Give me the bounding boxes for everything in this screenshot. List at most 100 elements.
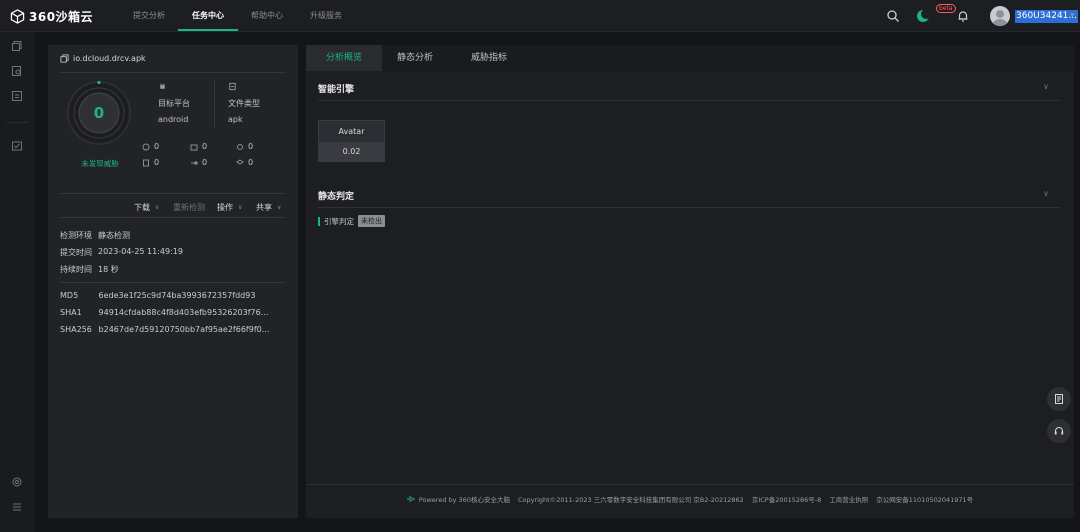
download-label: 下载 bbox=[134, 203, 150, 212]
operate-button[interactable]: 操作 ∨ bbox=[217, 202, 242, 213]
network-icon bbox=[142, 143, 150, 150]
platform-value: android bbox=[158, 115, 189, 124]
layers-icon bbox=[236, 158, 244, 165]
filetype-value: apk bbox=[228, 115, 243, 124]
md5-row: MD5 6ede3e1f25c9d74ba3993672357fdd93 bbox=[60, 291, 255, 300]
chevron-down-icon[interactable]: ∨ bbox=[1043, 189, 1049, 198]
sha1-row: SHA1 94914cfdab88c4f8d403efb95326203f76.… bbox=[60, 308, 268, 317]
sha256-label: SHA256 bbox=[60, 325, 92, 334]
rail-search-doc-icon[interactable] bbox=[11, 65, 23, 77]
files-icon bbox=[190, 144, 198, 150]
stat-connections: 0 bbox=[190, 158, 207, 167]
search-icon[interactable] bbox=[886, 9, 900, 23]
footer: Powered by 360核心安全大脑 Copyright©2011-2023… bbox=[306, 494, 1074, 504]
top-bar: 360沙箱云 提交分析 任务中心 帮助中心 升级服务 beta 360U3424… bbox=[0, 0, 1080, 32]
submit-time-row: 提交时间 2023-04-25 11:49:19 bbox=[60, 247, 183, 258]
file-name-row: io.dcloud.drcv.apk bbox=[60, 54, 146, 63]
doc-icon bbox=[1055, 394, 1063, 404]
meta-separator bbox=[214, 80, 215, 128]
divider bbox=[60, 193, 286, 194]
user-menu-caret-icon[interactable]: ▼ bbox=[1070, 12, 1075, 19]
chevron-down-icon: ∨ bbox=[277, 204, 282, 211]
tab-overview[interactable]: 分析概览 bbox=[306, 45, 382, 71]
verdict-row: 引擎判定 未检出 bbox=[318, 215, 385, 227]
nav-help-center[interactable]: 帮助中心 bbox=[251, 0, 283, 32]
duration-row: 持续时间 18 秒 bbox=[60, 264, 119, 275]
share-label: 共享 bbox=[256, 203, 272, 212]
doc-float-button[interactable] bbox=[1047, 387, 1071, 411]
police-record-link[interactable]: 京公网安备11010502041971号 bbox=[876, 494, 973, 504]
stat-process-value: 0 bbox=[248, 142, 254, 151]
stat-files-value: 0 bbox=[202, 142, 208, 151]
android-icon bbox=[160, 83, 165, 89]
duration-label: 持续时间 bbox=[60, 265, 92, 274]
headset-icon bbox=[1054, 427, 1064, 435]
support-float-button[interactable] bbox=[1047, 419, 1071, 443]
bell-icon[interactable] bbox=[956, 9, 970, 23]
copy-icon[interactable] bbox=[60, 54, 69, 63]
nav-active-indicator bbox=[178, 29, 238, 31]
operate-label: 操作 bbox=[217, 203, 233, 212]
logo[interactable]: 360沙箱云 bbox=[10, 8, 93, 24]
engine-score: 0.02 bbox=[319, 142, 384, 162]
recheck-button[interactable]: 重新检测 bbox=[173, 202, 205, 213]
threat-status: 未发现威胁 bbox=[81, 159, 119, 168]
stat-connections-value: 0 bbox=[202, 158, 208, 167]
rail-menu-icon[interactable] bbox=[11, 501, 23, 513]
cube-logo-icon bbox=[10, 8, 25, 24]
section-divider bbox=[318, 207, 1060, 208]
sha1-label: SHA1 bbox=[60, 308, 82, 317]
analysis-panel: 分析概览 静态分析 威胁指标 智能引擎 ∨ Avatar 0.02 静态判定 ∨… bbox=[306, 45, 1074, 518]
stat-network-value: 0 bbox=[154, 142, 160, 151]
sha256-value[interactable]: b2467de7d59120750bb7af95ae2f66f9f0... bbox=[99, 325, 270, 334]
file-type-icon bbox=[229, 82, 236, 91]
moon-icon[interactable] bbox=[916, 9, 930, 23]
chevron-down-icon[interactable]: ∨ bbox=[1043, 82, 1049, 91]
powered-by: Powered by 360核心安全大脑 bbox=[407, 494, 510, 504]
nav-upgrade[interactable]: 升级服务 bbox=[310, 0, 342, 32]
stat-registry-value: 0 bbox=[154, 158, 160, 167]
nav-submit-analysis[interactable]: 提交分析 bbox=[133, 0, 165, 32]
md5-value[interactable]: 6ede3e1f25c9d74ba3993672357fdd93 bbox=[99, 291, 256, 300]
download-button[interactable]: 下载 ∨ bbox=[134, 202, 159, 213]
divider bbox=[60, 217, 286, 218]
tab-bar: 分析概览 静态分析 威胁指标 bbox=[306, 45, 1074, 71]
stat-network: 0 bbox=[142, 142, 159, 151]
duration-value: 18 秒 bbox=[98, 265, 119, 274]
share-button[interactable]: 共享 ∨ bbox=[256, 202, 281, 213]
threat-score: 0 bbox=[93, 104, 105, 122]
rail-divider bbox=[6, 122, 28, 123]
file-name: io.dcloud.drcv.apk bbox=[73, 54, 146, 63]
divider bbox=[60, 72, 286, 73]
icp-link[interactable]: 京ICP备20015286号-8 bbox=[752, 494, 821, 504]
engine-card: Avatar 0.02 bbox=[318, 120, 385, 162]
verdict-label: 引擎判定 bbox=[324, 216, 354, 226]
tab-threat-indicators[interactable]: 威胁指标 bbox=[454, 45, 524, 71]
verdict-accent-bar bbox=[318, 216, 320, 226]
sha256-row: SHA256 b2467de7d59120750bb7af95ae2f66f9f… bbox=[60, 325, 269, 334]
rail-copy-icon[interactable] bbox=[11, 40, 23, 52]
registry-icon bbox=[143, 159, 149, 166]
process-icon bbox=[237, 143, 243, 150]
username[interactable]: 360U34241... bbox=[1015, 10, 1078, 23]
license-link[interactable]: 工商营业执照 bbox=[829, 494, 868, 504]
engine-section-title[interactable]: 智能引擎 bbox=[318, 82, 354, 95]
recheck-label: 重新检测 bbox=[173, 203, 205, 212]
user-avatar[interactable] bbox=[990, 6, 1010, 26]
env-value: 静态检测 bbox=[98, 231, 130, 240]
engine-name: Avatar bbox=[319, 121, 384, 142]
static-section-title[interactable]: 静态判定 bbox=[318, 189, 354, 202]
footer-divider bbox=[306, 484, 1074, 485]
rail-task-icon[interactable] bbox=[11, 140, 23, 152]
sha1-value[interactable]: 94914cfdab88c4f8d403efb95326203f76... bbox=[99, 308, 269, 317]
nav-task-center[interactable]: 任务中心 bbox=[192, 0, 224, 32]
rail-report-icon[interactable] bbox=[11, 90, 23, 102]
env-label: 检测环境 bbox=[60, 231, 92, 240]
rail-settings-icon[interactable] bbox=[11, 476, 23, 488]
tab-static-analysis[interactable]: 静态分析 bbox=[382, 45, 448, 71]
chevron-down-icon: ∨ bbox=[238, 204, 243, 211]
logo-text: 360沙箱云 bbox=[29, 9, 94, 24]
powered-text: Powered by 360核心安全大脑 bbox=[418, 496, 510, 504]
stat-layers: 0 bbox=[236, 158, 253, 167]
submit-label: 提交时间 bbox=[60, 248, 92, 257]
